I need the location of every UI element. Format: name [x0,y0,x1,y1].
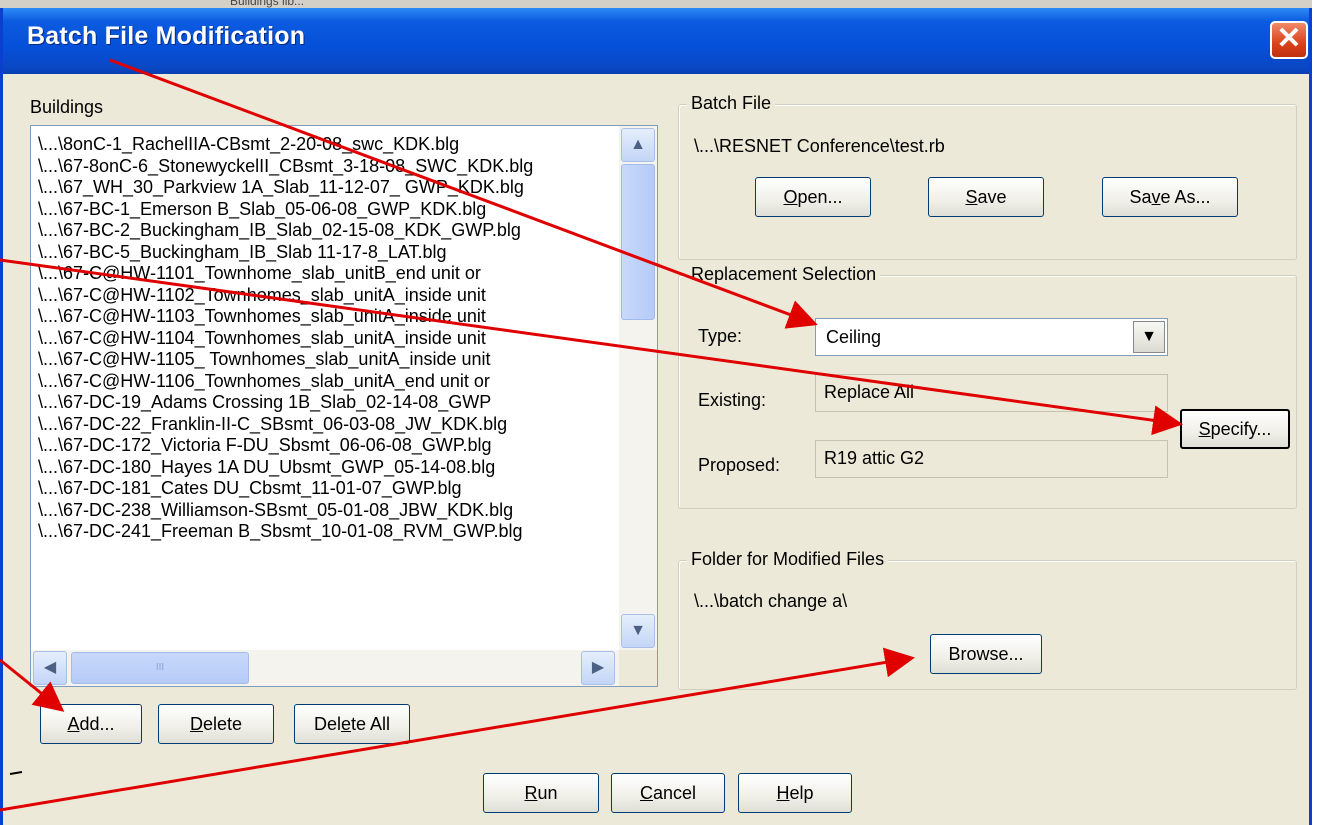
help-button[interactable]: Help [738,773,852,813]
list-item[interactable]: \...\67-DC-19_Adams Crossing 1B_Slab_02-… [38,392,618,414]
buildings-list: \...\8onC-1_RachelIIA-CBsmt_2-20-08_swc_… [38,134,618,543]
window-title: Batch File Modification [27,22,306,50]
list-item[interactable]: \...\67-8onC-6_StonewyckelII_CBsmt_3-18-… [38,156,618,178]
buildings-label: Buildings [30,97,104,117]
proposed-label: Proposed: [698,455,781,475]
add-label-post: dd... [79,714,115,734]
scroll-left-button[interactable]: ◀ [33,651,67,685]
open-label-post: pen... [797,187,843,207]
list-item[interactable]: \...\67-C@HW-1104_Townhomes_slab_unitA_i… [38,328,618,350]
list-item[interactable]: \...\67-C@HW-1105_ Townhomes_slab_unitA_… [38,349,618,371]
type-label: Type: [698,326,743,346]
list-item[interactable]: \...\67-C@HW-1103_Townhomes_slab_unitA_i… [38,306,618,328]
vertical-scroll-thumb[interactable] [621,164,655,320]
type-combo[interactable]: Ceiling ▼ [815,318,1168,356]
run-label-post: un [537,783,558,803]
scroll-up-button[interactable]: ▲ [621,128,655,162]
browse-button[interactable]: Browse... [930,634,1042,674]
list-item[interactable]: \...\67-C@HW-1102_Townhomes_slab_unitA_i… [38,285,618,307]
delete-all-label-post: te All [351,714,391,734]
delete-all-label-pre: Del [313,714,341,734]
replacement-selection-legend: Replacement Selection [687,264,881,285]
scroll-down-button[interactable]: ▼ [621,614,655,648]
open-label-accel: O [783,187,798,207]
delete-button[interactable]: Delete [158,704,274,744]
delete-label-accel: D [189,714,203,734]
list-item[interactable]: \...\67_WH_30_Parkview 1A_Slab_11-12-07_… [38,177,618,199]
list-item[interactable]: \...\67-DC-22_Franklin-II-C_SBsmt_06-03-… [38,414,618,436]
cancel-label-post: ancel [652,783,697,803]
arrow-left-icon: ◀ [43,659,57,676]
list-item[interactable]: \...\8onC-1_RachelIIA-CBsmt_2-20-08_swc_… [38,134,618,156]
list-item[interactable]: \...\67-C@HW-1106_Townhomes_slab_unitA_e… [38,371,618,393]
add-label-accel: A [67,714,80,734]
add-button[interactable]: Add... [40,704,142,744]
folder-path: \...\batch change a\ [694,591,848,611]
arrow-down-icon: ▼ [630,622,646,639]
specify-label-accel: S [1198,419,1211,439]
background-window-text: Buildings lib... [230,0,305,8]
type-dropdown-button[interactable]: ▼ [1133,321,1165,353]
save-label-post: ave [977,187,1007,207]
list-item[interactable]: \...\67-DC-241_Freeman B_Sbsmt_10-01-08_… [38,521,618,543]
scrollbar-corner [619,650,657,686]
save-as-label-pre: Sa [1129,187,1152,207]
help-label-accel: H [776,783,790,803]
open-button[interactable]: Open... [755,177,871,217]
proposed-field: R19 attic G2 [815,440,1168,478]
list-item[interactable]: \...\67-BC-5_Buckingham_IB_Slab 11-17-8_… [38,242,618,264]
cancel-label-accel: C [639,783,653,803]
title-bar[interactable]: Batch File Modification ✕ [3,8,1309,74]
save-as-label-accel: v [1151,187,1161,207]
batch-file-path: \...\RESNET Conference\test.rb [694,136,945,156]
specify-button[interactable]: Specify... [1180,409,1290,449]
delete-all-button[interactable]: Delete All [294,704,410,744]
horizontal-scrollbar[interactable]: ◀ III ▶ [31,650,619,686]
chevron-down-icon: ▼ [1141,328,1157,345]
existing-value: Replace All [824,382,915,402]
scroll-right-button[interactable]: ▶ [581,651,615,685]
batch-file-legend: Batch File [687,93,776,114]
grip-icon: III [155,662,165,673]
specify-label-post: pecify... [1210,419,1272,439]
browse-label: Browse... [948,644,1024,664]
buildings-listbox[interactable]: \...\8onC-1_RachelIIA-CBsmt_2-20-08_swc_… [30,125,658,687]
background-window-strip: Buildings lib... [0,0,1324,8]
cancel-button[interactable]: Cancel [611,773,725,813]
list-item[interactable]: \...\67-BC-1_Emerson B_Slab_05-06-08_GWP… [38,199,618,221]
arrow-right-icon: ▶ [591,659,605,676]
arrow-up-icon: ▲ [630,136,646,153]
existing-label: Existing: [698,390,767,410]
list-item[interactable]: \...\67-DC-238_Williamson-SBsmt_05-01-08… [38,500,618,522]
help-label-post: elp [789,783,814,803]
proposed-value: R19 attic G2 [824,448,925,468]
delete-label-post: elete [202,714,243,734]
list-item[interactable]: \...\67-DC-181_Cates DU_Cbsmt_11-01-07_G… [38,478,618,500]
run-label-accel: R [524,783,538,803]
close-icon: ✕ [1276,22,1302,55]
list-item[interactable]: \...\67-BC-2_Buckingham_IB_Slab_02-15-08… [38,220,618,242]
vertical-scrollbar[interactable]: ▲ ▼ [619,126,657,650]
list-item[interactable]: \...\67-DC-180_Hayes 1A DU_Ubsmt_GWP_05-… [38,457,618,479]
close-button[interactable]: ✕ [1270,21,1308,59]
save-button[interactable]: Save [928,177,1044,217]
horizontal-scroll-thumb[interactable]: III [71,652,249,684]
list-item[interactable]: \...\67-DC-172_Victoria F-DU_Sbsmt_06-06… [38,435,618,457]
folder-legend: Folder for Modified Files [687,549,889,570]
desktop-edge [1312,0,1324,825]
existing-field: Replace All [815,374,1168,412]
save-as-label-post: e As... [1160,187,1211,207]
delete-all-label-accel: e [340,714,351,734]
run-button[interactable]: Run [483,773,599,813]
type-combo-value: Ceiling [826,327,882,347]
save-as-button[interactable]: Save As... [1102,177,1238,217]
list-item[interactable]: \...\67-C@HW-1101_Townhome_slab_unitB_en… [38,263,618,285]
save-label-accel: S [965,187,978,207]
